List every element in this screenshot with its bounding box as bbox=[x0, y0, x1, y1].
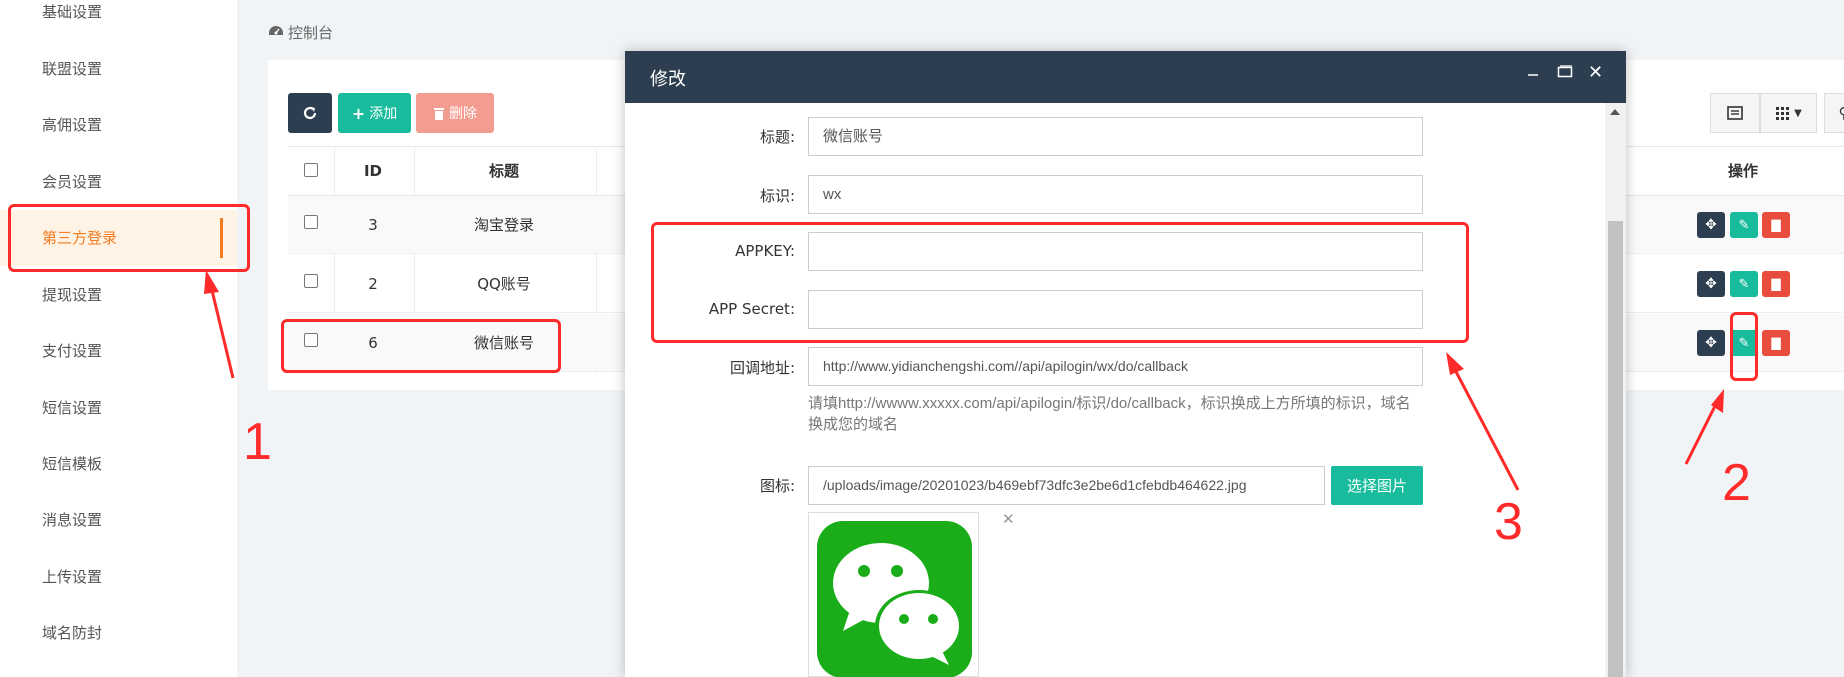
ident-input[interactable]: wx bbox=[808, 175, 1423, 214]
modal-title: 修改 bbox=[650, 69, 686, 90]
row-title: 淘宝登录 bbox=[473, 216, 534, 234]
close-icon[interactable]: ✕ bbox=[1588, 62, 1603, 83]
sidebar-item-commission[interactable]: 高佣设置 bbox=[0, 97, 237, 153]
callback-input[interactable]: http://www.yidianchengshi.com//api/apilo… bbox=[808, 347, 1423, 386]
delete-row-button[interactable]: ▇ bbox=[1762, 212, 1790, 238]
maximize-icon[interactable] bbox=[1557, 63, 1573, 82]
row-checkbox[interactable] bbox=[304, 274, 318, 288]
drag-button[interactable]: ✥ bbox=[1697, 330, 1725, 356]
sidebar-item-member[interactable]: 会员设置 bbox=[0, 154, 237, 210]
title-input[interactable]: 微信账号 bbox=[808, 117, 1423, 156]
sidebar-item-alliance[interactable]: 联盟设置 bbox=[0, 41, 237, 97]
sidebar-item-payment[interactable]: 支付设置 bbox=[0, 323, 237, 379]
scroll-thumb[interactable] bbox=[1608, 221, 1623, 677]
drag-button[interactable]: ✥ bbox=[1697, 271, 1725, 297]
arrow-2 bbox=[1684, 389, 1724, 465]
row-id: 3 bbox=[368, 216, 378, 234]
icon-preview bbox=[808, 512, 979, 677]
annotation-box-sidebar bbox=[8, 204, 250, 272]
annotation-box-fields bbox=[651, 222, 1469, 343]
pencil-icon: ✎ bbox=[1738, 217, 1750, 233]
row-title: QQ账号 bbox=[477, 275, 531, 293]
header-title[interactable]: 标题 bbox=[414, 147, 594, 195]
annotation-number-1: 1 bbox=[243, 413, 272, 471]
move-icon: ✥ bbox=[1705, 276, 1717, 292]
sidebar-item-sms-template[interactable]: 短信模板 bbox=[0, 436, 237, 492]
row-id: 2 bbox=[368, 275, 378, 293]
choose-image-button[interactable]: 选择图片 bbox=[1331, 466, 1423, 505]
delete-row-button[interactable]: ▇ bbox=[1762, 330, 1790, 356]
sidebar-item-sms[interactable]: 短信设置 bbox=[0, 380, 237, 436]
pencil-icon: ✎ bbox=[1738, 276, 1750, 292]
drag-button[interactable]: ✥ bbox=[1697, 212, 1725, 238]
trash-icon: ▇ bbox=[1771, 218, 1781, 232]
title-label: 标题: bbox=[759, 128, 795, 146]
sidebar-item-basic[interactable]: 基础设置 bbox=[0, 0, 237, 40]
sidebar-item-upload[interactable]: 上传设置 bbox=[0, 549, 237, 605]
search-icon: ⚲ bbox=[1839, 104, 1844, 122]
add-button[interactable]: + 添加 bbox=[338, 93, 411, 133]
toggle-view-button[interactable] bbox=[1710, 93, 1760, 133]
trash-icon bbox=[434, 107, 444, 120]
icon-path-input[interactable]: /uploads/image/20201023/b469ebf73dfc3e2b… bbox=[808, 466, 1325, 505]
list-view-icon bbox=[1727, 106, 1743, 120]
callback-hint: 请填http://wwww.xxxxx.com/api/apilogin/标识/… bbox=[808, 395, 1411, 433]
breadcrumb-label[interactable]: 控制台 bbox=[288, 22, 333, 43]
header-id[interactable]: ID bbox=[334, 147, 412, 195]
caret-down-icon: ▼ bbox=[1794, 107, 1802, 119]
refresh-icon bbox=[303, 106, 317, 120]
wechat-logo-icon bbox=[817, 521, 972, 677]
move-icon: ✥ bbox=[1705, 335, 1717, 351]
dashboard-icon bbox=[268, 24, 284, 42]
sidebar-item-withdraw[interactable]: 提现设置 bbox=[0, 267, 237, 323]
callback-label: 回调地址: bbox=[729, 359, 795, 377]
grid-icon bbox=[1776, 106, 1790, 120]
minimize-icon[interactable] bbox=[1526, 63, 1540, 82]
sidebar-item-message[interactable]: 消息设置 bbox=[0, 492, 237, 548]
annotation-box-edit bbox=[1730, 312, 1758, 381]
icon-label: 图标: bbox=[759, 477, 795, 495]
ident-label: 标识: bbox=[759, 187, 795, 205]
delete-row-button[interactable]: ▇ bbox=[1762, 271, 1790, 297]
annotation-number-2: 2 bbox=[1722, 454, 1751, 512]
columns-button[interactable]: ▼ bbox=[1760, 93, 1817, 133]
annotation-box-row bbox=[281, 319, 561, 373]
modal-header: 修改 ✕ bbox=[625, 51, 1626, 103]
move-icon: ✥ bbox=[1705, 217, 1717, 233]
breadcrumb: 控制台 bbox=[268, 22, 333, 43]
modal-scrollbar[interactable] bbox=[1605, 103, 1626, 677]
plus-icon: + bbox=[351, 103, 366, 123]
delete-button[interactable]: 删除 bbox=[416, 93, 494, 133]
refresh-button[interactable] bbox=[288, 93, 332, 133]
trash-icon: ▇ bbox=[1771, 277, 1781, 291]
annotation-number-3: 3 bbox=[1494, 493, 1523, 551]
sidebar-item-domain[interactable]: 域名防封 bbox=[0, 605, 237, 661]
edit-button[interactable]: ✎ bbox=[1730, 212, 1758, 238]
row-checkbox[interactable] bbox=[304, 215, 318, 229]
edit-modal: 修改 ✕ 标题: 微信账号 标识: wx APPKEY: APP Secret:… bbox=[625, 51, 1626, 677]
select-all-checkbox[interactable] bbox=[304, 163, 318, 177]
search-button[interactable]: ⚲ bbox=[1824, 93, 1844, 133]
edit-button[interactable]: ✎ bbox=[1730, 271, 1758, 297]
scroll-up-icon[interactable] bbox=[1610, 109, 1620, 115]
remove-image-icon[interactable]: ✕ bbox=[1002, 510, 1015, 528]
header-actions: 操作 bbox=[1727, 162, 1758, 180]
trash-icon: ▇ bbox=[1771, 336, 1781, 350]
sidebar: 基础设置 联盟设置 高佣设置 会员设置 第三方登录 提现设置 支付设置 短信设置… bbox=[0, 0, 237, 677]
